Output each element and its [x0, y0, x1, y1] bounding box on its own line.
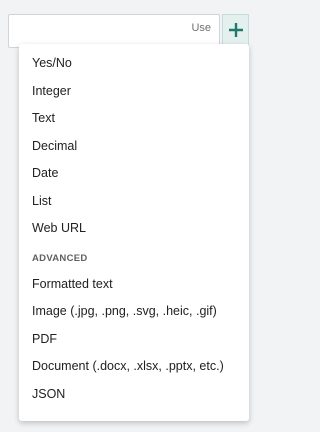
- menu-item-image[interactable]: Image (.jpg, .png, .svg, .heic, .gif): [19, 298, 249, 326]
- menu-item-formatted-text[interactable]: Formatted text: [19, 271, 249, 299]
- use-label: Use: [191, 22, 211, 34]
- menu-item-date[interactable]: Date: [19, 160, 249, 188]
- field-type-input[interactable]: [8, 14, 220, 48]
- field-type-dropdown-menu: Yes/No Integer Text Decimal Date List We…: [19, 44, 249, 421]
- menu-item-yes-no[interactable]: Yes/No: [19, 50, 249, 78]
- menu-item-list[interactable]: List: [19, 188, 249, 216]
- add-button[interactable]: [222, 14, 249, 46]
- top-bar: Use: [0, 0, 249, 48]
- menu-item-decimal[interactable]: Decimal: [19, 133, 249, 161]
- menu-item-pdf[interactable]: PDF: [19, 326, 249, 354]
- menu-item-text[interactable]: Text: [19, 105, 249, 133]
- menu-item-json[interactable]: JSON: [19, 381, 249, 409]
- plus-icon: [228, 23, 243, 37]
- menu-item-document[interactable]: Document (.docx, .xlsx, .pptx, etc.): [19, 353, 249, 381]
- menu-item-integer[interactable]: Integer: [19, 78, 249, 106]
- advanced-section-header: ADVANCED: [32, 252, 88, 264]
- menu-item-web-url[interactable]: Web URL: [19, 215, 249, 243]
